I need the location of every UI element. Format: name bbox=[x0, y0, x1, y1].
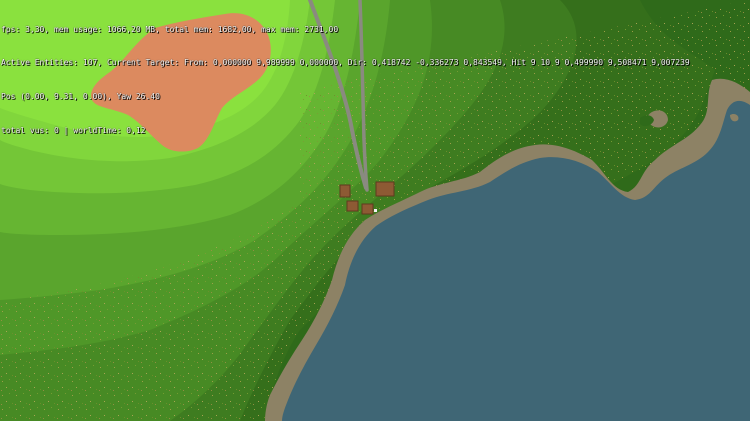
hut-icon[interactable] bbox=[346, 200, 359, 212]
hut-icon[interactable] bbox=[339, 184, 351, 198]
terrain-map[interactable] bbox=[0, 0, 750, 421]
cursor-marker-icon bbox=[374, 209, 377, 212]
hut-icon[interactable] bbox=[361, 203, 374, 215]
game-viewport[interactable]: fps: 3,30, mem usage: 1066,20 MB, total … bbox=[0, 0, 750, 421]
hut-icon[interactable] bbox=[375, 181, 395, 197]
